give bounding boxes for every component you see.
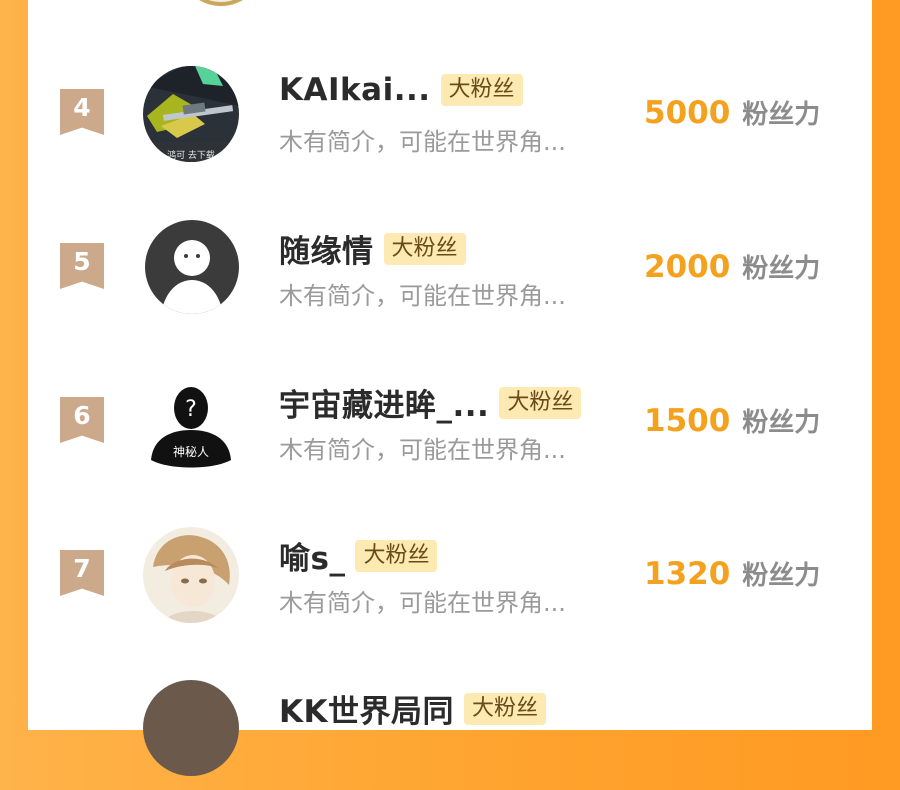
fan-level-badge: 大粉丝 (383, 232, 466, 265)
rank-badge: 7 (60, 550, 104, 596)
user-bio: 木有简介，可能在世界角... (279, 282, 566, 310)
ranking-row-5[interactable]: 5 随缘情 大粉丝 木有简介，可能在世界角... 2000 粉丝力 (28, 220, 872, 330)
user-name[interactable]: 喻s_ (279, 533, 345, 578)
user-name[interactable]: 宇宙藏进眸_... (279, 380, 489, 425)
fan-power: 5000 粉丝力 (644, 94, 820, 131)
fan-level-badge: 大粉丝 (355, 539, 438, 572)
fan-power-unit: 粉丝力 (742, 408, 821, 438)
user-bio: 木有简介，可能在世界角... (279, 589, 566, 617)
avatar[interactable] (143, 680, 239, 776)
ranking-row-7[interactable]: 7 喻s_ 大粉丝 木有简介，可能在世界角... 1320 粉丝力 (28, 527, 872, 637)
ranking-row-8[interactable]: KK世界局同 大粉丝 (28, 680, 872, 790)
user-name[interactable]: KAIkai... (279, 72, 431, 108)
avatar[interactable]: ? 神秘人 (143, 374, 239, 470)
user-bio: 木有简介，可能在世界角... (279, 128, 566, 156)
svg-text:?: ? (185, 397, 197, 422)
fan-power-value: 5000 (644, 95, 731, 131)
rank-badge: 4 (60, 89, 104, 135)
avatar-caption: 鸿可 去下载 (167, 149, 215, 161)
default-avatar-icon (145, 220, 239, 314)
avatar[interactable]: 鸿可 去下载 (143, 66, 239, 162)
fan-level-badge: 大粉丝 (464, 692, 547, 725)
fan-power-unit: 粉丝力 (742, 100, 821, 130)
fan-level-badge: 大粉丝 (499, 386, 582, 419)
fan-power: 1320 粉丝力 (644, 555, 820, 592)
fan-power-value: 1320 (644, 556, 731, 592)
avatar-partial[interactable] (178, 0, 264, 6)
user-bio: 木有简介，可能在世界角... (279, 436, 566, 464)
fan-level-badge: 大粉丝 (440, 74, 523, 106)
fan-power-unit: 粉丝力 (742, 561, 821, 591)
ranking-row-4[interactable]: 4 鸿可 去下载 KAIkai... 大粉丝 木有简介，可能在世界角... 50… (28, 66, 872, 176)
fan-power: 1500 粉丝力 (644, 402, 820, 439)
avatar[interactable] (143, 527, 239, 623)
fan-power-unit: 粉丝力 (742, 254, 821, 284)
mystery-person-icon: ? 神秘人 (143, 374, 239, 470)
user-name[interactable]: KK世界局同 (279, 686, 454, 731)
fan-power: 2000 粉丝力 (644, 248, 820, 285)
ranking-row-6[interactable]: 6 ? 神秘人 宇宙藏进眸_... 大粉丝 木有简介，可能在世界角... 150… (28, 374, 872, 484)
fan-power-value: 1500 (644, 403, 731, 439)
ranking-card: 4 鸿可 去下载 KAIkai... 大粉丝 木有简介，可能在世界角... 50… (28, 0, 872, 776)
avatar[interactable] (145, 220, 239, 314)
avatar-caption: 神秘人 (173, 445, 209, 459)
rank-badge: 6 (60, 397, 104, 443)
rank-badge: 5 (60, 243, 104, 289)
fan-power-value: 2000 (644, 249, 731, 285)
user-name[interactable]: 随缘情 (279, 226, 374, 271)
